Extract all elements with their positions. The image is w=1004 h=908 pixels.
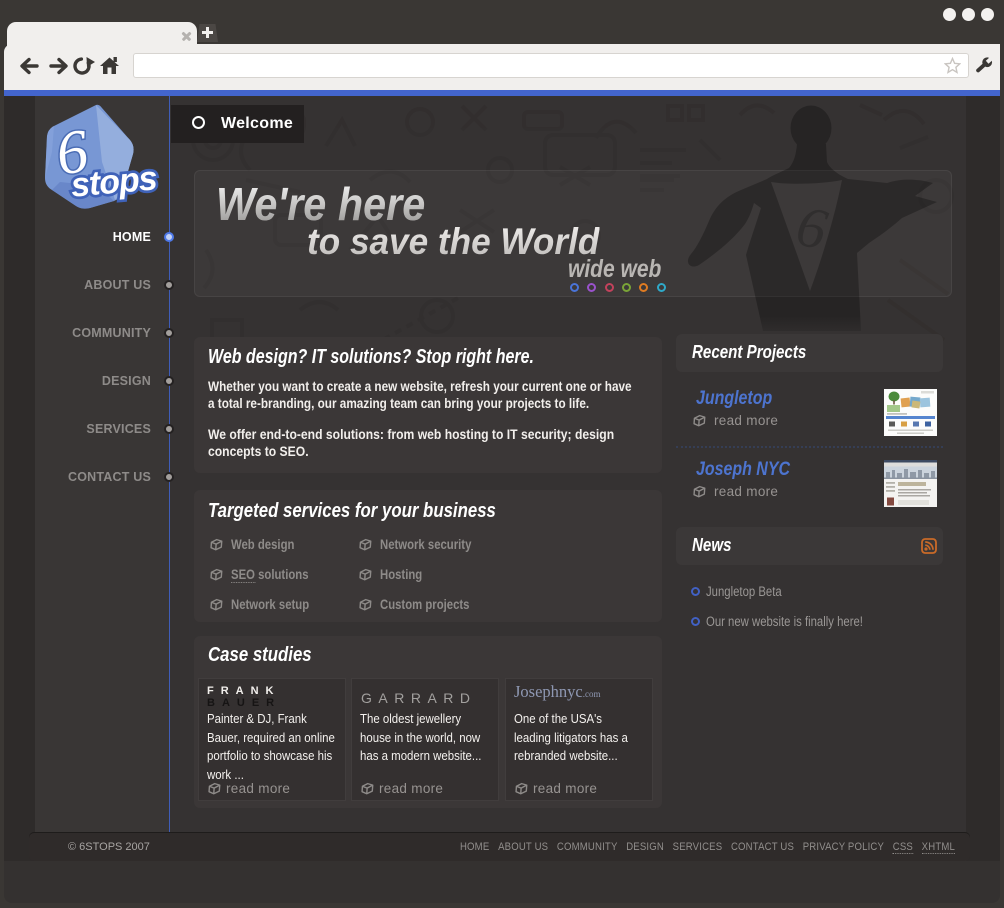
svg-text:stops: stops: [69, 159, 158, 204]
